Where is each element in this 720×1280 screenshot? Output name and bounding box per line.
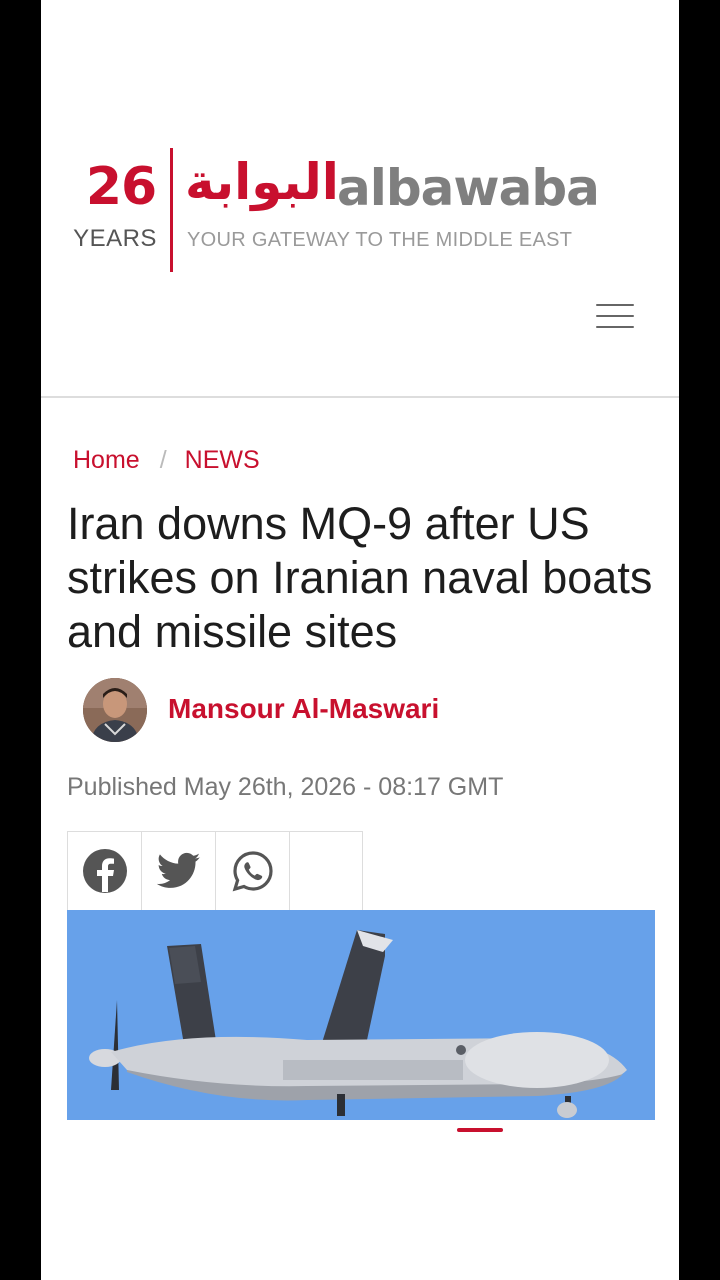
breadcrumb-separator: / (159, 446, 167, 474)
facebook-share-button[interactable] (67, 831, 141, 911)
logo-tagline: YOUR GATEWAY TO THE MIDDLE EAST (187, 229, 573, 251)
hamburger-menu-icon[interactable] (593, 300, 635, 332)
breadcrumb-home-link[interactable]: Home (73, 446, 140, 474)
share-bar (67, 831, 363, 911)
more-share-button[interactable] (289, 831, 363, 911)
anniversary-number: 26 (85, 157, 157, 217)
twitter-icon (156, 852, 200, 888)
published-date: Published May 26th, 2026 - 08:17 GMT (67, 773, 504, 801)
carousel-indicator (457, 1128, 503, 1132)
logo-divider (170, 148, 173, 272)
facebook-icon (82, 849, 127, 893)
logo-arabic-text: البوابة (185, 153, 339, 211)
whatsapp-share-button[interactable] (215, 831, 289, 911)
twitter-share-button[interactable] (141, 831, 215, 911)
article-page: 26 YEARS البوابة albawaba YOUR GATEWAY T… (41, 0, 679, 1280)
breadcrumb: Home / NEWS (73, 446, 260, 475)
anniversary-label: YEARS (73, 225, 157, 252)
author-avatar[interactable] (83, 678, 147, 742)
article-title: Iran downs MQ-9 after US strikes on Iran… (67, 498, 653, 657)
author-name-link[interactable]: Mansour Al-Maswari (168, 693, 439, 725)
whatsapp-icon (232, 851, 273, 892)
logo-latin-text: albawaba (337, 159, 600, 217)
breadcrumb-news-link[interactable]: NEWS (185, 446, 260, 474)
header-divider (41, 396, 679, 398)
article-hero-image (67, 910, 655, 1120)
site-logo[interactable]: 26 YEARS البوابة albawaba YOUR GATEWAY T… (71, 145, 600, 275)
